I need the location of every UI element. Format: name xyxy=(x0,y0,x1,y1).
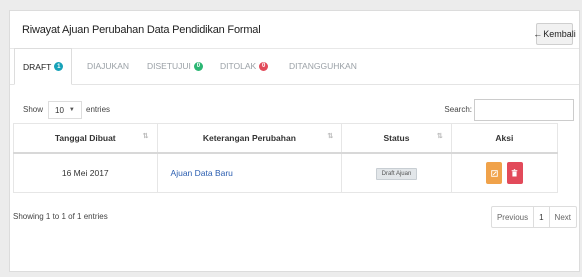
column-header-status[interactable]: Status ⇅ xyxy=(341,123,452,154)
cell-date: 16 Mei 2017 xyxy=(13,152,158,193)
table-row: 16 Mei 2017 Ajuan Data Baru Draft Ajuan xyxy=(13,152,559,193)
description-link[interactable]: Ajuan Data Baru xyxy=(171,168,233,178)
entries-value: 10 xyxy=(55,105,64,115)
back-button[interactable]: ← Kembali xyxy=(533,23,576,45)
sort-icon: ⇅ xyxy=(327,133,334,140)
status-tabs: DRAFT 1 DIAJUKAN DISETUJUI 0 DITOLAK 0 D… xyxy=(10,48,579,85)
tab-draft[interactable]: DRAFT 1 xyxy=(14,48,73,85)
tab-draft-count-badge: 1 xyxy=(54,62,64,71)
edit-icon xyxy=(490,169,498,177)
tab-ditangguhkan[interactable]: DITANGGUHKAN xyxy=(289,48,357,84)
caret-down-icon: ▼ xyxy=(68,107,75,113)
column-header-action: Aksi xyxy=(450,123,559,154)
table-controls: Show 10 ▼ entries Search: xyxy=(10,99,579,123)
column-header-status-label: Status xyxy=(383,133,410,143)
tab-diajukan-label: DIAJUKAN xyxy=(87,61,130,71)
search-input[interactable] xyxy=(474,99,574,121)
back-button-label: Kembali xyxy=(543,29,576,39)
status-badge: Draft Ajuan xyxy=(375,167,418,180)
table-info: Showing 1 to 1 of 1 entries xyxy=(13,212,108,221)
sort-icon: ⇅ xyxy=(142,133,149,140)
cell-status: Draft Ajuan xyxy=(341,152,452,193)
tab-ditolak[interactable]: DITOLAK 0 xyxy=(220,48,269,84)
sort-icon: ⇅ xyxy=(436,133,443,140)
tab-ditangguhkan-label: DITANGGUHKAN xyxy=(289,61,357,71)
column-header-description-label: Keterangan Perubahan xyxy=(202,133,296,143)
arrow-left-icon: ← xyxy=(533,29,543,39)
page-1-button[interactable]: 1 xyxy=(533,207,550,227)
table-header-row: Tanggal Dibuat ⇅ Keterangan Perubahan ⇅ … xyxy=(13,123,559,154)
tab-diajukan[interactable]: DIAJUKAN xyxy=(87,48,129,84)
cell-action xyxy=(450,152,559,193)
panel-header: Riwayat Ajuan Perubahan Data Pendidikan … xyxy=(10,11,579,49)
tab-draft-label: DRAFT xyxy=(23,61,52,72)
tab-disetujui[interactable]: DISETUJUI 0 xyxy=(147,48,203,84)
history-table: Tanggal Dibuat ⇅ Keterangan Perubahan ⇅ … xyxy=(13,123,559,193)
tab-ditolak-label: DITOLAK xyxy=(220,61,257,71)
column-header-action-label: Aksi xyxy=(495,133,514,143)
cell-description: Ajuan Data Baru xyxy=(156,152,343,193)
show-label: Show xyxy=(23,105,44,114)
column-header-date-label: Tanggal Dibuat xyxy=(54,133,116,143)
entries-select[interactable]: 10 ▼ xyxy=(48,101,82,119)
column-header-date[interactable]: Tanggal Dibuat ⇅ xyxy=(13,123,158,154)
trash-icon xyxy=(511,169,518,177)
tab-disetujui-label: DISETUJUI xyxy=(147,61,191,71)
delete-button[interactable] xyxy=(506,162,523,184)
pagination: Previous 1 Next xyxy=(490,206,577,228)
search-label: Search: xyxy=(444,105,472,114)
page-title: Riwayat Ajuan Perubahan Data Pendidikan … xyxy=(22,24,261,36)
edit-button[interactable] xyxy=(486,162,503,184)
column-header-description[interactable]: Keterangan Perubahan ⇅ xyxy=(156,123,343,154)
entries-label: entries xyxy=(86,105,111,114)
tab-disetujui-count-badge: 0 xyxy=(193,61,203,71)
next-page-button[interactable]: Next xyxy=(550,207,576,227)
previous-page-button[interactable]: Previous xyxy=(492,207,533,227)
tab-ditolak-count-badge: 0 xyxy=(259,61,269,71)
